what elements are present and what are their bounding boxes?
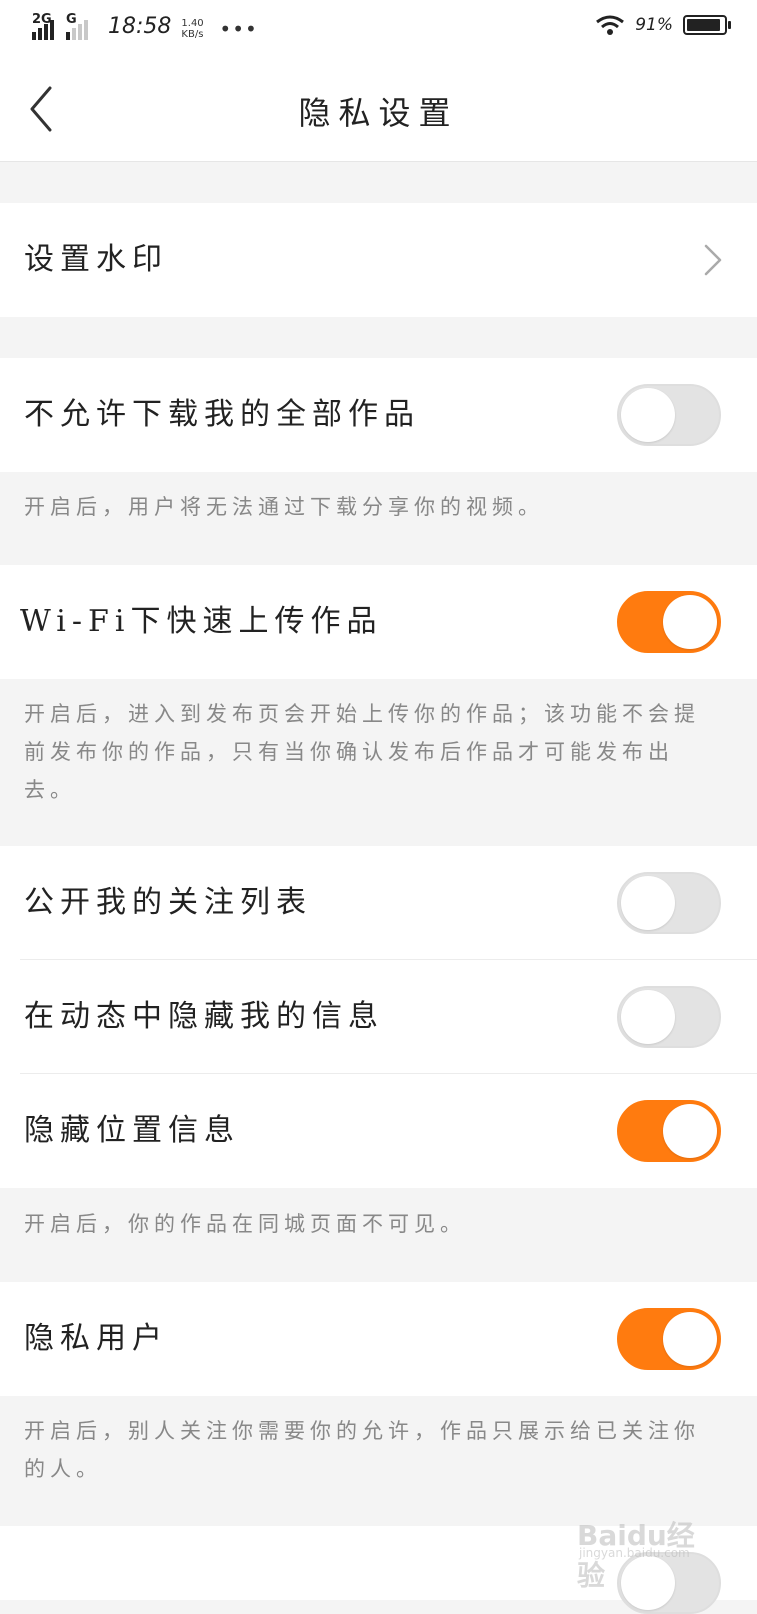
wifi-upload-toggle[interactable] xyxy=(617,591,721,653)
hide-location-toggle[interactable] xyxy=(617,1100,721,1162)
chevron-right-icon xyxy=(704,244,722,276)
row-hide-in-feed-label: 在动态中隐藏我的信息 xyxy=(24,999,384,1034)
no-download-description: 开启后，用户将无法通过下载分享你的视频。 xyxy=(24,495,544,519)
baidu-watermark: Baidu经验 jingyan.baidu.com xyxy=(577,1506,717,1592)
row-private-user: 隐私用户 xyxy=(0,1282,757,1396)
battery-icon xyxy=(683,15,731,35)
row-set-watermark[interactable]: 设置水印 xyxy=(0,203,757,317)
private-user-toggle[interactable] xyxy=(617,1308,721,1370)
wifi-icon xyxy=(596,15,625,35)
baidu-watermark-url: jingyan.baidu.com xyxy=(579,1546,690,1560)
row-set-watermark-label: 设置水印 xyxy=(24,242,168,277)
page-title: 隐私设置 xyxy=(298,94,459,132)
section-private-user: 隐私用户 xyxy=(0,1282,757,1396)
row-private-user-label: 隐私用户 xyxy=(24,1321,168,1356)
row-no-download: 不允许下载我的全部作品 xyxy=(0,358,757,472)
hide-location-description: 开启后，你的作品在同城页面不可见。 xyxy=(24,1212,466,1236)
row-wifi-upload: Wi-Fi下快速上传作品 xyxy=(0,565,757,679)
section-visibility: 公开我的关注列表 在动态中隐藏我的信息 隐藏位置信息 xyxy=(0,846,757,1188)
row-hide-in-feed: 在动态中隐藏我的信息 xyxy=(0,960,757,1074)
private-user-description: 开启后，别人关注你需要你的允许，作品只展示给已关注你的人。 xyxy=(24,1419,700,1481)
row-wifi-upload-label: Wi-Fi下快速上传作品 xyxy=(20,604,383,639)
nav-bar: 隐私设置 xyxy=(0,56,757,162)
row-public-follow-list-label: 公开我的关注列表 xyxy=(24,885,312,920)
section-watermark: 设置水印 xyxy=(0,203,757,317)
row-hide-location-label: 隐藏位置信息 xyxy=(24,1113,240,1148)
row-hide-location: 隐藏位置信息 xyxy=(0,1074,757,1188)
battery-level xyxy=(687,19,720,31)
network-speed-unit: KB/s xyxy=(181,29,204,40)
more-notifications-icon: ••• xyxy=(219,17,258,41)
section-no-download: 不允许下载我的全部作品 xyxy=(0,358,757,472)
no-download-toggle[interactable] xyxy=(617,384,721,446)
status-time: 18:58 xyxy=(108,14,172,39)
status-bar: 2G G 18:58 1.40 KB/s ••• 91% xyxy=(0,0,757,56)
battery-percent: 91% xyxy=(635,15,673,35)
hide-in-feed-toggle[interactable] xyxy=(617,986,721,1048)
row-public-follow-list: 公开我的关注列表 xyxy=(0,846,757,960)
signal-g-icon: G xyxy=(66,12,96,40)
section-wifi-upload: Wi-Fi下快速上传作品 xyxy=(0,565,757,679)
row-no-download-label: 不允许下载我的全部作品 xyxy=(24,397,420,432)
network-speed-value: 1.40 xyxy=(181,18,204,29)
wifi-upload-description: 开启后，进入到发布页会开始上传你的作品；该功能不会提前发布你的作品，只有当你确认… xyxy=(24,702,700,802)
signal-2g-icon: 2G xyxy=(32,12,62,40)
network-speed: 1.40 KB/s xyxy=(181,18,211,40)
public-follow-list-toggle[interactable] xyxy=(617,872,721,934)
